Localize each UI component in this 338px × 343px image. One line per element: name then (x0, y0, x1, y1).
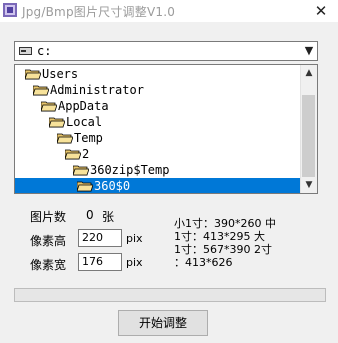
dir-item-label: 360$0 (94, 179, 131, 193)
close-button[interactable]: ✕ (306, 0, 336, 22)
dir-item-label: Administrator (50, 83, 144, 97)
pixel-height-input[interactable]: 220 (78, 229, 122, 247)
dir-item-label: Temp (74, 131, 103, 145)
dir-item-label: Users (42, 67, 79, 81)
pixel-width-label: 像素宽 (30, 258, 67, 272)
image-count-label: 图片数 (30, 210, 67, 224)
scroll-up-icon[interactable]: ▲ (301, 65, 317, 81)
scroll-down-icon[interactable]: ▼ (301, 177, 317, 193)
folder-open-icon (57, 133, 73, 144)
directory-list[interactable]: Users Administrator AppData Local Temp 2… (14, 64, 318, 194)
window-title: Jpg/Bmp图片尺寸调整V1.0 (22, 5, 176, 19)
scroll-thumb[interactable] (302, 95, 315, 177)
drive-icon (19, 47, 32, 55)
folder-open-icon (33, 85, 49, 96)
image-count-value: 0 (86, 208, 94, 222)
folder-open-icon (49, 117, 65, 128)
dir-item-label: 2 (82, 147, 90, 161)
dir-item-appdata[interactable]: AppData (41, 98, 109, 114)
title-bar: Jpg/Bmp图片尺寸调整V1.0 ✕ (0, 0, 338, 22)
dir-item-local[interactable]: Local (49, 114, 102, 130)
dir-item-360zip-temp[interactable]: 360zip$Temp (73, 162, 169, 178)
dir-item-label: AppData (58, 99, 109, 113)
pixel-width-unit: pix (126, 256, 143, 269)
drive-select[interactable]: c: ▼ (14, 41, 318, 61)
folder-open-icon (41, 101, 57, 112)
folder-open-icon (73, 165, 89, 176)
dir-item-2[interactable]: 2 (65, 146, 89, 162)
pixel-height-unit: pix (126, 232, 143, 245)
dir-item-temp[interactable]: Temp (57, 130, 103, 146)
app-icon (3, 3, 17, 17)
start-adjust-button[interactable]: 开始调整 (118, 310, 208, 336)
folder-open-icon (65, 149, 81, 160)
folder-open-icon (25, 69, 41, 80)
dir-item-label: Local (66, 115, 103, 129)
dir-item-administrator[interactable]: Administrator (33, 82, 144, 98)
pixel-height-label: 像素高 (30, 234, 67, 248)
dir-item-360-0-selected[interactable]: 360$0 (15, 178, 301, 193)
pixel-width-input[interactable]: 176 (78, 253, 122, 271)
chevron-down-icon[interactable]: ▼ (300, 42, 317, 60)
folder-open-icon (77, 181, 93, 192)
image-count-unit: 张 (102, 210, 115, 224)
size-info-line: ：413*626 (174, 256, 233, 269)
vertical-scrollbar[interactable]: ▲ ▼ (300, 65, 317, 193)
drive-value: c: (37, 44, 52, 58)
dir-item-label: 360zip$Temp (90, 163, 170, 177)
dir-item-users[interactable]: Users (25, 66, 78, 82)
progress-bar (14, 288, 326, 302)
